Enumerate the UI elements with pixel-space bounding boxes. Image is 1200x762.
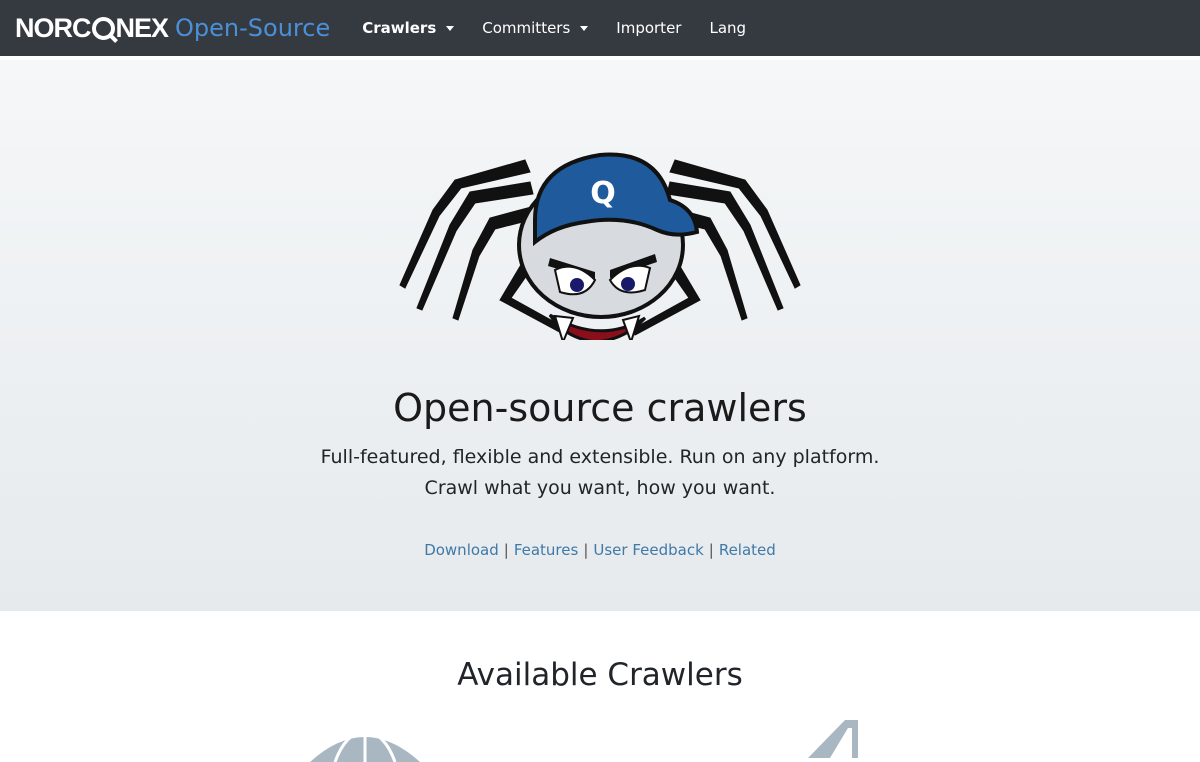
nav-item-importer[interactable]: Importer <box>602 0 695 56</box>
hero-subtitle-line1: Full-featured, flexible and extensible. … <box>320 446 880 468</box>
top-navbar: NORC NEX Open-Source Crawlers Committers … <box>0 0 1200 56</box>
link-separator: | <box>503 541 509 559</box>
norconex-logo: NORC NEX <box>15 12 169 43</box>
hero-subtitle: Full-featured, flexible and extensible. … <box>0 442 1200 504</box>
nav-item-label: Crawlers <box>362 19 437 37</box>
nav-item-label: Importer <box>616 19 682 37</box>
nav-item-crawlers[interactable]: Crawlers <box>348 0 468 56</box>
hero-section: Q Open-source crawlers Full-featured, fl… <box>0 60 1200 611</box>
link-separator: | <box>583 541 589 559</box>
nav-item-lang[interactable]: Lang <box>695 0 760 56</box>
nav-item-committers[interactable]: Committers <box>468 0 602 56</box>
section-title: Available Crawlers <box>457 657 743 693</box>
nav-menu: Crawlers Committers Importer Lang <box>348 0 760 56</box>
caret-down-icon <box>580 26 589 31</box>
hero-title: Open-source crawlers <box>393 386 807 430</box>
features-link[interactable]: Features <box>514 541 579 559</box>
brand-subtitle: Open-Source <box>175 14 331 42</box>
nav-item-label: Lang <box>709 19 747 37</box>
magnifier-o-icon <box>91 16 115 40</box>
hero-links: Download | Features | User Feedback | Related <box>0 541 1200 559</box>
filesystem-icon[interactable] <box>800 718 870 758</box>
link-separator: | <box>708 541 714 559</box>
caret-down-icon <box>446 26 455 31</box>
nav-item-label: Committers <box>482 19 571 37</box>
download-link[interactable]: Download <box>424 541 499 559</box>
user-feedback-link[interactable]: User Feedback <box>593 541 703 559</box>
brand-link[interactable]: NORC NEX Open-Source <box>15 0 330 56</box>
hero-subtitle-line2: Crawl what you want, how you want. <box>424 477 776 499</box>
cap-letter: Q <box>590 176 616 211</box>
globe-icon[interactable] <box>305 722 425 762</box>
spider-mascot-icon: Q <box>399 152 801 340</box>
related-link[interactable]: Related <box>719 541 776 559</box>
